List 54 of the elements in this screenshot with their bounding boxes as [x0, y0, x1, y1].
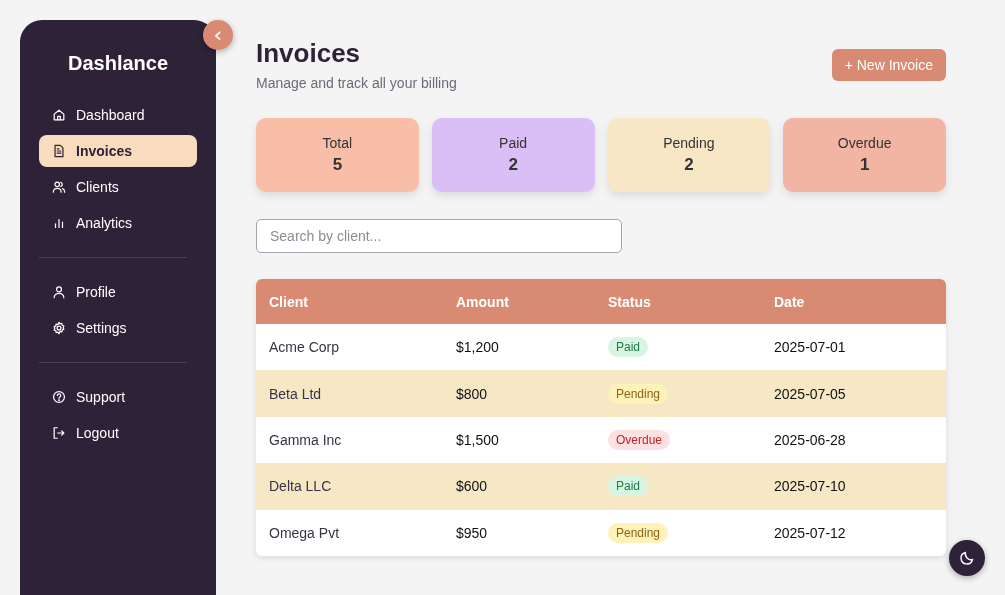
- page-title: Invoices: [256, 38, 362, 69]
- page-subtitle: Manage and track all your billing: [256, 75, 457, 91]
- table-cell-text: 2025-07-12: [773, 524, 847, 541]
- nav-item[interactable]: Clients: [39, 171, 197, 203]
- table-cell-text: 2025-07-05: [773, 385, 847, 402]
- user-icon: [52, 285, 66, 299]
- table-cell-text: 2025-07-10: [773, 478, 847, 495]
- stat-label: Total: [322, 135, 353, 151]
- home-icon: [52, 108, 66, 122]
- search-field[interactable]: Search by client...: [256, 219, 622, 253]
- stat-value: 2: [684, 155, 694, 175]
- document-icon: [52, 144, 66, 158]
- table-cell-text: $600: [455, 478, 489, 495]
- nav-item[interactable]: Profile: [39, 276, 197, 308]
- table-cell-text: 2025-06-28: [773, 431, 847, 448]
- status-badge: Pending: [608, 383, 669, 404]
- stat-label: Paid: [499, 135, 528, 151]
- column-header: Date: [773, 293, 806, 310]
- table-cell-text: $1,200: [455, 339, 500, 356]
- settings-icon: [52, 321, 66, 335]
- stat-value: 2: [508, 155, 518, 175]
- brand-logo: Dashlance: [66, 52, 170, 75]
- status-badge: Overdue: [608, 429, 671, 450]
- stat-label: Pending: [663, 135, 715, 151]
- stat-value: 1: [859, 155, 870, 175]
- nav-item[interactable]: Support: [39, 381, 197, 413]
- table-cell-text: Acme Corp: [268, 339, 341, 356]
- table-cell-text: Gamma Inc: [268, 431, 343, 448]
- table-cell-text: Delta LLC: [268, 478, 333, 495]
- nav-item[interactable]: Dashboard: [39, 99, 197, 131]
- table-cell-text: $800: [455, 385, 489, 402]
- logout-icon: [52, 426, 66, 440]
- stat-label: Overdue: [837, 135, 892, 151]
- column-header: Amount: [455, 293, 510, 310]
- status-badge: Paid: [608, 337, 649, 358]
- column-header: Client: [268, 293, 309, 310]
- stat-value: 5: [332, 155, 343, 175]
- nav-item[interactable]: Logout: [39, 417, 197, 449]
- table-cell-text: $1,500: [455, 431, 500, 448]
- status-badge: Pending: [608, 522, 669, 543]
- bar-chart-icon: [52, 216, 66, 230]
- table-cell-text: Omega Pvt: [268, 524, 341, 541]
- moon-icon: [959, 550, 975, 566]
- users-icon: [52, 180, 66, 194]
- nav-item[interactable]: Settings: [39, 312, 197, 344]
- column-header: Status: [607, 293, 652, 310]
- nav-item[interactable]: Analytics: [39, 207, 197, 239]
- table-cell-text: 2025-07-01: [773, 339, 847, 356]
- theme-toggle-button[interactable]: [949, 540, 985, 576]
- table-cell-text: Beta Ltd: [268, 385, 323, 402]
- table-cell-text: $950: [455, 524, 489, 541]
- status-badge: Paid: [608, 476, 649, 497]
- nav-item[interactable]: Invoices: [39, 135, 197, 167]
- help-icon: [52, 390, 66, 404]
